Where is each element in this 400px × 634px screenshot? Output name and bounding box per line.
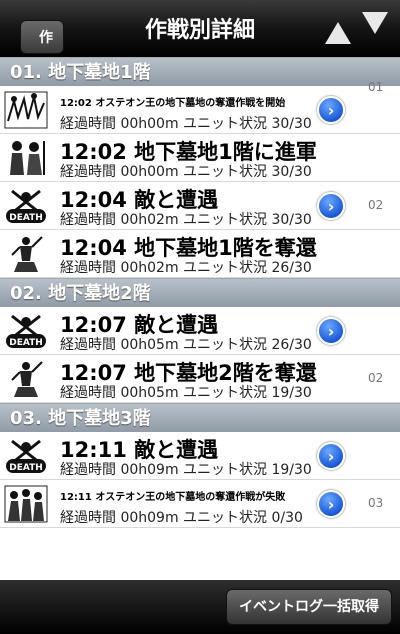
soldiers-icon [4,139,48,177]
navigation-bar: 作戦状況 作戦別詳細 [0,0,400,148]
event-status: 経過時間 00h05m ユニット状況 19/30 [60,385,312,401]
defeat-crowd-icon [4,485,48,523]
event-status: 経過時間 00h02m ユニット状況 30/30 [60,212,312,228]
disclosure-arrow-icon[interactable]: › [317,96,345,124]
disclosure-arrow-icon[interactable]: › [317,490,345,518]
svg-text:DEATH: DEATH [9,463,43,473]
svg-text:DEATH: DEATH [9,213,43,223]
victory-statue-icon [4,360,48,398]
section-header: 03. 地下墓地3階 [0,403,400,432]
event-status: 経過時間 00h00m ユニット状況 30/30 [60,116,312,132]
event-list[interactable]: 01. 地下墓地1階 12:02 オステオン王の地下墓地の奪還作戦を開始 経過時間 … [0,57,400,580]
arrow-down-icon[interactable] [362,12,388,34]
event-status: 経過時間 00h05m ユニット状況 26/30 [60,337,312,353]
svg-text:DEATH: DEATH [9,338,43,348]
map-scroll-icon [4,91,48,129]
list-item[interactable]: DEATH 12:04 敵と遭遇 経過時間 00h02m ユニット状況 30/30 ›… [0,182,400,230]
death-icon: DEATH [4,187,48,225]
list-item[interactable]: DEATH 12:11 敵と遭遇 経過時間 00h09m ユニット状況 19/30 › [0,432,400,480]
disclosure-arrow-icon[interactable]: › [317,192,345,220]
event-title: 12:02 オステオン王の地下墓地の奪還作戦を開始 [60,98,286,109]
list-item[interactable]: 12:07 地下墓地2階を奪還 経過時間 00h05m ユニット状況 19/30 0… [0,355,400,403]
event-status: 経過時間 00h00m ユニット状況 30/30 [60,164,312,180]
disclosure-arrow-icon[interactable]: › [317,317,345,345]
event-status: 経過時間 00h09m ユニット状況 19/30 [60,462,312,478]
list-item[interactable]: 12:11 オステオン王の地下墓地の奪還作戦が失敗経過時間 00h09m ユニッ… [0,480,400,528]
event-status: 経過時間 00h09m ユニット状況 0/30 [60,510,303,526]
section-header: 01. 地下墓地1階 [0,57,400,86]
list-item[interactable]: 12:02 オステオン王の地下墓地の奪還作戦を開始経過時間 00h00m ユニッ… [0,80,400,134]
fetch-all-logs-button[interactable]: イベントログ一括取得 [226,589,392,625]
death-icon: DEATH [4,312,48,350]
disclosure-arrow-icon[interactable]: › [317,442,345,470]
index-marker: 02 [368,371,384,385]
index-marker: 02 [368,198,384,212]
event-status: 経過時間 00h02m ユニット状況 26/30 [60,260,312,276]
bottom-toolbar: イベントログ一括取得 [0,580,400,634]
arrow-up-icon[interactable] [325,22,351,44]
event-title: 12:11 オステオン王の地下墓地の奪還作戦が失敗 [60,492,286,503]
victory-statue-icon [4,235,48,273]
index-marker: 01 [368,80,384,94]
death-icon: DEATH [4,437,48,475]
section-header: 02. 地下墓地2階 [0,278,400,307]
list-item[interactable]: 12:04 地下墓地1階を奪還 経過時間 00h02m ユニット状況 26/30 [0,230,400,278]
index-marker: 03 [368,496,384,510]
list-item[interactable]: 12:02 地下墓地1階に進軍 経過時間 00h00m ユニット状況 30/30 [0,134,400,182]
list-item[interactable]: DEATH 12:07 敵と遭遇 経過時間 00h05m ユニット状況 26/30 › [0,307,400,355]
